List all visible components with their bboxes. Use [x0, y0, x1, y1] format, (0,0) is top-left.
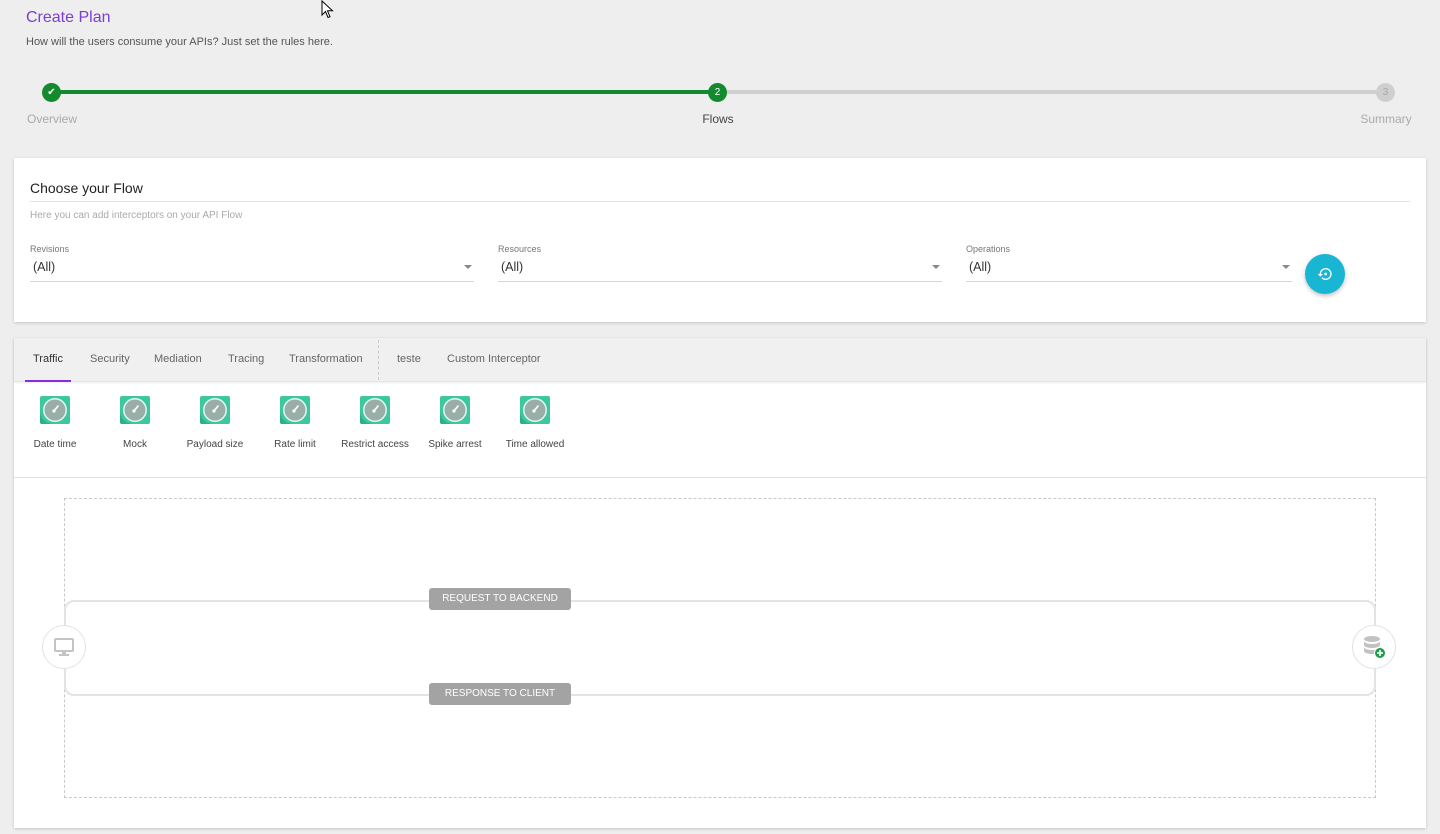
- stepper: ✔ Overview 2 Flows 3 Summary: [0, 80, 1440, 130]
- gauge-icon: [40, 396, 70, 424]
- flow-path: [64, 600, 1376, 696]
- database-add-icon: [1364, 636, 1386, 659]
- interceptor-date-time[interactable]: Date time: [15, 394, 95, 450]
- revisions-select[interactable]: Revisions (All): [30, 244, 474, 282]
- interceptor-mock[interactable]: Mock: [95, 394, 175, 450]
- interceptor-tabs: Traffic Security Mediation Tracing Trans…: [14, 338, 1426, 382]
- tab-traffic[interactable]: Traffic: [25, 338, 71, 382]
- interceptor-label: Spike arrest: [428, 439, 482, 450]
- tab-tracing[interactable]: Tracing: [228, 338, 264, 382]
- interceptor-restrict-access[interactable]: Restrict access: [335, 394, 415, 450]
- step-overview-label[interactable]: Overview: [27, 112, 77, 126]
- interceptor-palette: Date time Mock Payload size Rate limit R…: [14, 382, 1426, 478]
- interceptor-label: Date time: [33, 439, 77, 450]
- resources-label: Resources: [498, 244, 542, 254]
- interceptor-spike-arrest[interactable]: Spike arrest: [415, 394, 495, 450]
- interceptor-label: Time allowed: [505, 439, 565, 450]
- operations-label: Operations: [966, 244, 1011, 254]
- gauge-icon: [360, 396, 390, 424]
- gauge-icon: [440, 396, 470, 424]
- interceptor-label: Restrict access: [341, 439, 409, 450]
- choose-flow-card: Choose your Flow Here you can add interc…: [14, 158, 1426, 322]
- resources-select[interactable]: Resources (All): [498, 244, 942, 282]
- gauge-icon: [520, 396, 550, 424]
- interceptor-label: Rate limit: [274, 439, 316, 450]
- tab-security[interactable]: Security: [90, 338, 130, 382]
- card-description: Here you can add interceptors on your AP…: [30, 210, 243, 221]
- resources-value: (All): [501, 260, 524, 274]
- response-to-client-label: RESPONSE TO CLIENT: [429, 683, 571, 705]
- step-summary-marker[interactable]: 3: [1376, 83, 1395, 102]
- tab-custom-interceptor[interactable]: Custom Interceptor: [447, 338, 541, 382]
- step-flows-label[interactable]: Flows: [702, 112, 733, 126]
- tab-mediation[interactable]: Mediation: [154, 338, 202, 382]
- step-flows-marker[interactable]: 2: [708, 83, 727, 102]
- interceptor-payload-size[interactable]: Payload size: [175, 394, 255, 450]
- interceptor-time-allowed[interactable]: Time allowed: [495, 394, 575, 450]
- operations-value: (All): [969, 260, 992, 274]
- operations-select[interactable]: Operations (All): [966, 244, 1292, 282]
- restore-icon: [1317, 268, 1332, 280]
- interceptors-card: Traffic Security Mediation Tracing Trans…: [14, 338, 1426, 828]
- tab-separator: [378, 340, 379, 380]
- monitor-icon: [54, 638, 74, 656]
- page-subtitle: How will the users consume your APIs? Ju…: [26, 36, 333, 48]
- request-to-backend-label: REQUEST TO BACKEND: [429, 588, 571, 610]
- caret-down-icon: [932, 265, 940, 269]
- card-title: Choose your Flow: [30, 180, 143, 196]
- reset-filters-button[interactable]: [1305, 254, 1345, 294]
- tab-transformation[interactable]: Transformation: [289, 338, 363, 382]
- backend-endpoint[interactable]: [1352, 625, 1396, 669]
- gauge-icon: [120, 396, 150, 424]
- client-endpoint: [42, 625, 86, 669]
- divider: [30, 201, 1410, 202]
- page-title: Create Plan: [26, 9, 111, 26]
- mouse-cursor-icon: [321, 0, 334, 19]
- stepper-progress-done: [52, 90, 718, 94]
- step-summary-label[interactable]: Summary: [1360, 112, 1411, 126]
- caret-down-icon: [464, 265, 472, 269]
- stepper-progress-remaining: [718, 90, 1386, 94]
- caret-down-icon: [1282, 265, 1290, 269]
- gauge-icon: [280, 396, 310, 424]
- gauge-icon: [200, 396, 230, 424]
- interceptor-label: Payload size: [186, 439, 244, 450]
- interceptor-rate-limit[interactable]: Rate limit: [255, 394, 335, 450]
- step-overview-marker[interactable]: ✔: [42, 83, 61, 102]
- tab-teste[interactable]: teste: [397, 338, 421, 382]
- revisions-label: Revisions: [30, 244, 70, 254]
- interceptor-label: Mock: [123, 439, 147, 450]
- revisions-value: (All): [33, 260, 56, 274]
